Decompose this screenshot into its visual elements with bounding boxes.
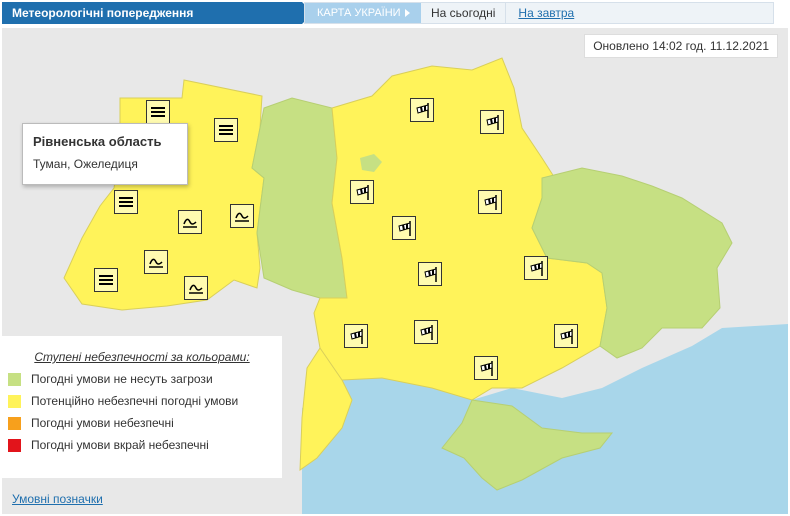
- legend-panel: Ступені небезпечності за кольорами: Пого…: [2, 336, 282, 478]
- ice-icon[interactable]: [184, 276, 208, 300]
- legend-label: Погодні умови не несуть загрози: [31, 372, 213, 386]
- tab-map-label: КАРТА УКРАЇНИ: [317, 7, 401, 19]
- tooltip-phenomena: Туман, Ожеледиця: [33, 157, 138, 171]
- legend-swatch-yellow: [8, 394, 21, 408]
- wind-sock-icon[interactable]: [524, 256, 548, 280]
- tooltip-region-name: Рівненська область: [33, 134, 162, 149]
- top-bar: Метеорологічні попередження КАРТА УКРАЇН…: [0, 0, 790, 26]
- legend-swatch-green: [8, 372, 21, 386]
- legend-label: Погодні умови вкрай небезпечні: [31, 438, 209, 452]
- legend-symbols-link[interactable]: Умовні позначки: [12, 492, 103, 506]
- wind-sock-icon[interactable]: [344, 324, 368, 348]
- page-title: Метеорологічні попередження: [2, 2, 313, 24]
- wind-sock-icon[interactable]: [410, 98, 434, 122]
- tab-map-ukraine[interactable]: КАРТА УКРАЇНИ: [305, 3, 421, 23]
- region-tooltip: Рівненська область Туман, Ожеледиця: [22, 123, 188, 185]
- wind-sock-icon[interactable]: [350, 180, 374, 204]
- fog-icon[interactable]: [94, 268, 118, 292]
- legend-heading: Ступені небезпечності за кольорами:: [34, 350, 250, 364]
- wind-sock-icon[interactable]: [474, 356, 498, 380]
- ice-icon[interactable]: [178, 210, 202, 234]
- legend-label: Потенційно небезпечні погодні умови: [31, 394, 239, 408]
- fog-icon[interactable]: [114, 190, 138, 214]
- tab-bar: КАРТА УКРАЇНИ На сьогодні На завтра: [304, 2, 774, 24]
- wind-sock-icon[interactable]: [554, 324, 578, 348]
- ice-icon[interactable]: [230, 204, 254, 228]
- legend-item: Потенційно небезпечні погодні умови: [8, 394, 282, 408]
- legend-item: Погодні умови небезпечні: [8, 416, 282, 430]
- wind-sock-icon[interactable]: [392, 216, 416, 240]
- legend-item: Погодні умови вкрай небезпечні: [8, 438, 282, 452]
- triangle-right-icon: [404, 9, 410, 17]
- wind-sock-icon[interactable]: [418, 262, 442, 286]
- fog-icon[interactable]: [146, 100, 170, 124]
- ice-icon[interactable]: [144, 250, 168, 274]
- updated-timestamp: Оновлено 14:02 год. 11.12.2021: [584, 34, 778, 58]
- wind-sock-icon[interactable]: [478, 190, 502, 214]
- legend-swatch-red: [8, 438, 21, 452]
- wind-sock-icon[interactable]: [480, 110, 504, 134]
- wind-sock-icon[interactable]: [414, 320, 438, 344]
- legend-label: Погодні умови небезпечні: [31, 416, 174, 430]
- legend-item: Погодні умови не несуть загрози: [8, 372, 282, 386]
- fog-icon[interactable]: [214, 118, 238, 142]
- legend-swatch-orange: [8, 416, 21, 430]
- ukraine-map: Оновлено 14:02 год. 11.12.2021 Рівненськ…: [2, 28, 788, 514]
- tab-tomorrow[interactable]: На завтра: [506, 3, 586, 23]
- tab-today[interactable]: На сьогодні: [421, 3, 507, 23]
